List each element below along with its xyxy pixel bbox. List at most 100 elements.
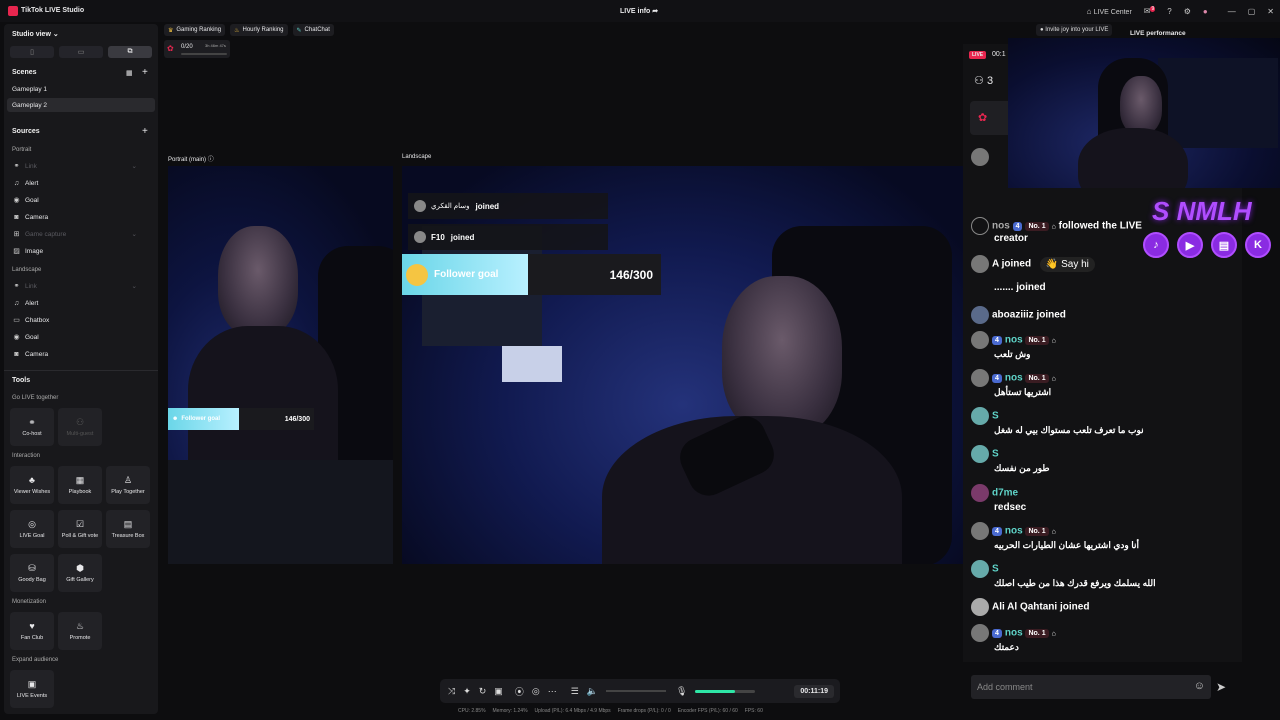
link-icon: ⚭ xyxy=(13,283,20,290)
promote-tool[interactable]: ♨ Promote xyxy=(58,612,102,650)
source-item[interactable]: ◉ Goal xyxy=(7,193,155,207)
mic-slider[interactable] xyxy=(695,689,756,693)
source-item[interactable]: ◉ Goal xyxy=(7,330,155,344)
mini-goal-count: 0/20 xyxy=(181,44,193,50)
chat-message[interactable]: 4 nos No. 1 ⌂ اشتريها تستأهل xyxy=(971,369,1238,398)
chatchat-chip[interactable]: ✎ ChatChat xyxy=(292,24,334,36)
microphone-icon[interactable]: 🎙 xyxy=(676,686,687,697)
chat-message[interactable]: aboaziiiz joined xyxy=(971,306,1238,324)
chat-message[interactable]: S طور من نفسك xyxy=(971,445,1238,474)
pinned-user[interactable] xyxy=(971,148,992,166)
hourly-ranking-chip[interactable]: ♨ Hourly Ranking xyxy=(230,24,288,36)
volume-icon[interactable]: 🔈 xyxy=(587,686,598,697)
scenes-layout-icon[interactable]: ▦ xyxy=(126,69,133,77)
fan-club-tool[interactable]: ♥ Fan Club xyxy=(10,612,54,650)
comment-input[interactable]: Add comment ☺ xyxy=(971,675,1211,699)
image-icon: ▨ xyxy=(13,248,20,255)
chevron-down-icon: ⌄ xyxy=(131,283,137,290)
portrait-preview[interactable]: ☻ Follower goal 146/300 xyxy=(168,166,393,564)
goody-bag-tool[interactable]: ⛁ Goody Bag xyxy=(10,554,54,592)
source-item[interactable]: ◙ Camera xyxy=(7,347,155,361)
maximize-button[interactable]: ▢ xyxy=(1248,7,1256,16)
chat-message[interactable]: 4 nos No. 1 ⌂ دعمتك xyxy=(971,624,1238,653)
live-center-button[interactable]: ⌂ LIVE Center xyxy=(1087,7,1132,16)
volume-slider[interactable] xyxy=(605,690,666,692)
viewer-count[interactable]: ⚇ 3 xyxy=(974,74,993,87)
view-dual-toggle[interactable]: ⧉ xyxy=(108,46,152,58)
source-item[interactable]: ▨ Image xyxy=(7,244,155,258)
wishes-icon: ♣ xyxy=(29,474,35,485)
source-label: Alert xyxy=(25,179,39,187)
source-item[interactable]: ⊞ Game capture ⌄ xyxy=(7,227,155,241)
camera-preview[interactable] xyxy=(1008,38,1280,188)
refresh-icon[interactable]: ↻ xyxy=(479,686,487,697)
source-item[interactable]: ▭ Chatbox xyxy=(7,313,155,327)
cohost-tool[interactable]: ⚭ Co-host xyxy=(10,408,54,446)
streamer-tag: S NMLH xyxy=(1152,196,1252,226)
say-hi-button[interactable]: 👋 Say hi xyxy=(1039,256,1095,272)
goal-icon: ◉ xyxy=(13,334,20,341)
tiktok-logo-icon xyxy=(8,6,18,16)
playbook-tool[interactable]: ▦ Playbook xyxy=(58,466,102,504)
source-item[interactable]: ⚭ Link ⌄ xyxy=(7,159,155,173)
rose-icon: ✿ xyxy=(978,112,988,124)
emoji-icon[interactable]: ☺ xyxy=(1194,680,1205,692)
source-item[interactable]: ♫ Alert xyxy=(7,296,155,310)
settings-icon[interactable]: ⚙ xyxy=(1184,7,1191,16)
chat-message[interactable]: d7me redsec xyxy=(971,484,1238,513)
studio-view-dropdown[interactable]: Studio view ⌄ xyxy=(12,30,59,38)
help-icon[interactable]: ? xyxy=(1167,7,1171,16)
chat-message[interactable]: Ali Al Qahtani joined xyxy=(971,598,1238,616)
info-icon: ⓘ xyxy=(207,157,214,163)
replay-icon[interactable]: ◎ xyxy=(532,686,540,697)
chat-message[interactable]: S نوب ما تعرف تلعب مستواك بيي له شغل xyxy=(971,407,1238,436)
scene-item[interactable]: Gameplay 2 xyxy=(7,98,155,112)
poll-gift-vote-tool[interactable]: ☑ Poll & Gift vote xyxy=(58,510,102,548)
play-together-tool[interactable]: ♙ Play Together xyxy=(106,466,150,504)
chat-message[interactable]: 4 nos No. 1 ⌂ أنا ودي اشتريها عشان الطيارا… xyxy=(971,522,1238,551)
effects-icon[interactable]: ✦ xyxy=(463,686,471,697)
view-landscape-toggle[interactable]: ▭ xyxy=(59,46,103,58)
treasure-box-tool[interactable]: ▤ Treasure Box xyxy=(106,510,150,548)
chat-message[interactable]: S الله يسلمك ويرفع قدرك هذا من طيب اصلك xyxy=(971,560,1238,589)
gaming-ranking-chip[interactable]: ♛ Gaming Ranking xyxy=(164,24,226,36)
scene-item[interactable]: Gameplay 1 xyxy=(7,82,155,96)
chat-message[interactable]: 4 nos No. 1 ⌂ وش تلعب xyxy=(971,331,1238,360)
mini-goal-progress xyxy=(181,53,227,55)
gift-gallery-tool[interactable]: ⬢ Gift Gallery xyxy=(58,554,102,592)
landscape-preview[interactable]: وسام القكري joined F10 joined Follower g… xyxy=(402,166,963,564)
live-badge: LIVE xyxy=(969,51,987,59)
follower-goal: Follower goal 146/300 xyxy=(402,254,661,295)
mixer-icon[interactable]: ☰ xyxy=(571,686,579,697)
more-icon[interactable]: ⋯ xyxy=(548,686,557,697)
live-info-button[interactable]: LIVE info ➦ xyxy=(620,7,658,15)
source-item[interactable]: ⚭ Link ⌄ xyxy=(7,279,155,293)
camera-icon: ◙ xyxy=(14,213,19,221)
source-item[interactable]: ♫ Alert xyxy=(7,176,155,190)
profile-avatar[interactable]: ● xyxy=(1203,7,1208,16)
mail-icon[interactable]: ✉9 xyxy=(1144,6,1156,16)
viewer-wishes-tool[interactable]: ♣ Viewer Wishes xyxy=(10,466,54,504)
go-live-together-heading: Go LIVE together xyxy=(12,395,59,401)
chat-message[interactable]: ....... joined xyxy=(971,282,1238,293)
mini-goal-widget[interactable]: ✿ 0/20 3h 46m 47s xyxy=(164,40,230,58)
add-source-button[interactable]: + xyxy=(142,126,148,137)
view-portrait-toggle[interactable]: ▯ xyxy=(10,46,54,58)
shuffle-icon[interactable]: ⤨ xyxy=(448,686,455,697)
source-item[interactable]: ◙ Camera xyxy=(7,210,155,224)
crown-icon: ♛ xyxy=(168,27,174,34)
add-scene-button[interactable]: + xyxy=(142,67,148,78)
title-bar: TikTok LIVE Studio LIVE info ➦ ⌂ LIVE Ce… xyxy=(0,0,1280,22)
invite-banner[interactable]: ● Invite joy into your LIVE xyxy=(1036,24,1113,36)
close-button[interactable]: ✕ xyxy=(1267,7,1274,16)
send-icon[interactable]: ➤ xyxy=(1216,680,1226,694)
screen-icon[interactable]: ▣ xyxy=(494,686,503,697)
minimize-button[interactable]: — xyxy=(1228,7,1236,16)
live-events-tool[interactable]: ▣ LIVE Events xyxy=(10,670,54,708)
monetization-heading: Monetization xyxy=(12,599,47,605)
goal-icon: ◉ xyxy=(13,197,20,204)
live-goal-tool[interactable]: ◎ LIVE Goal xyxy=(10,510,54,548)
chat-message[interactable]: A joined 👋 Say hi xyxy=(971,255,1238,273)
mini-goal-time: 3h 46m 47s xyxy=(205,43,226,48)
record-icon[interactable]: ⦿ xyxy=(515,685,524,698)
